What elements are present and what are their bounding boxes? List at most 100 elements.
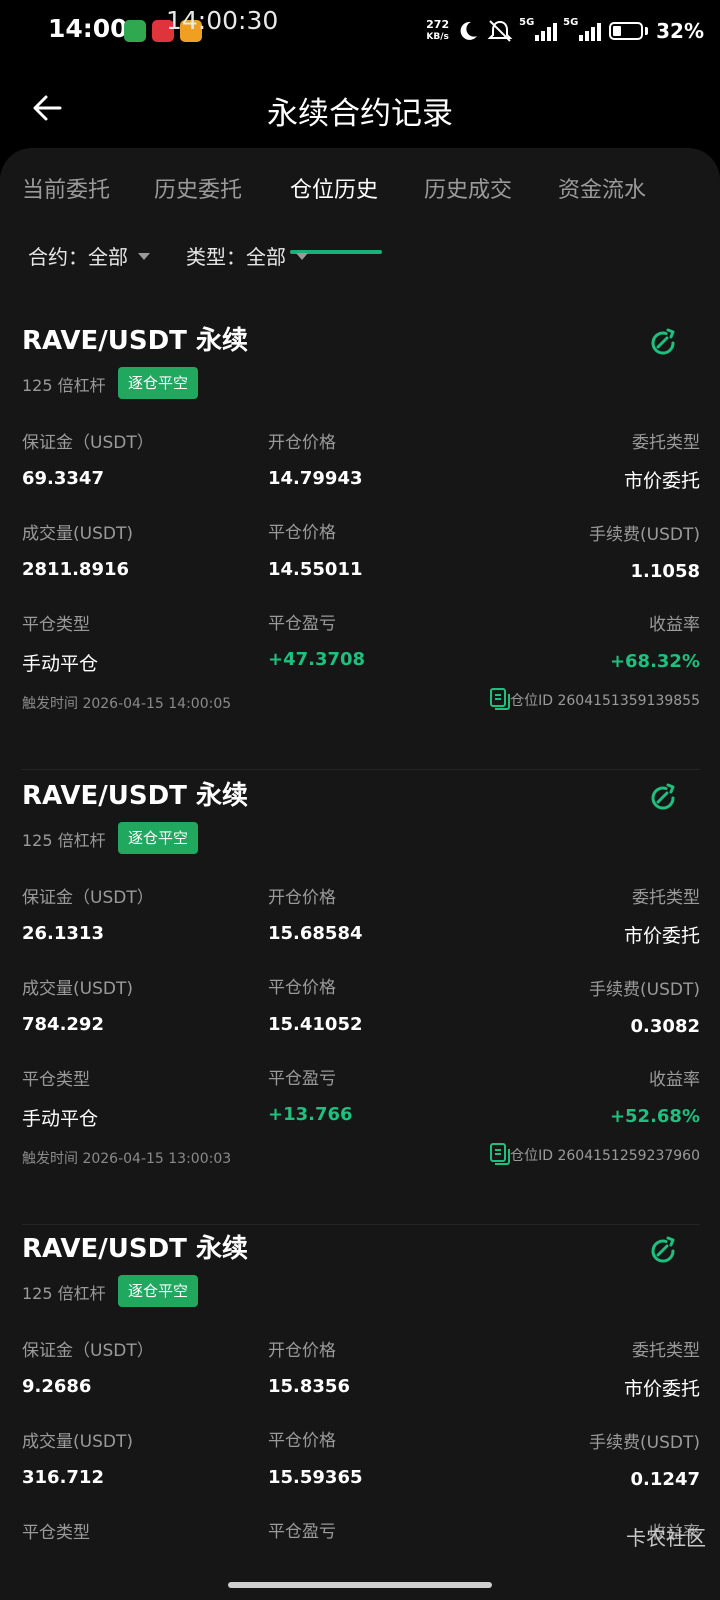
order-type-label: 委托类型	[632, 433, 700, 453]
position-card: RAVE/USDT 永续 125 倍杠杆 逐仓平空 保证金（USDT） 开仓价格…	[22, 775, 700, 1225]
tab-fund-flow[interactable]: 资金流水	[558, 172, 646, 204]
status-time: 14:00	[48, 14, 128, 43]
yield-label: 收益率	[649, 1070, 700, 1090]
pnl-value: +47.3708	[268, 649, 366, 670]
order-type-value: 市价委托	[623, 470, 700, 492]
margin-mode-badge: 逐仓平空	[118, 367, 199, 399]
yield-value: +68.32%	[609, 651, 700, 672]
app-header: 永续合约记录	[0, 70, 720, 146]
type-filter-label: 类型：全部	[186, 244, 286, 269]
page-title: 永续合约记录	[267, 96, 453, 132]
volume-label: 成交量(USDT)	[22, 1432, 133, 1452]
fee-value: 0.3082	[630, 1016, 700, 1037]
open-price-label: 开仓价格	[268, 433, 336, 453]
card-divider	[22, 769, 700, 770]
close-type-label: 平仓类型	[22, 1523, 90, 1543]
fee-label: 手续费(USDT)	[589, 980, 700, 1000]
fee-value: 1.1058	[630, 561, 700, 582]
tab-order-history[interactable]: 历史委托	[154, 172, 242, 204]
signal-1-icon: 5G	[519, 17, 558, 41]
moon-icon	[460, 21, 478, 40]
network-speed-value: 272	[426, 18, 450, 31]
fee-value: 0.1247	[630, 1469, 700, 1490]
position-id: 仓位ID 2604151359139855	[510, 693, 700, 709]
close-price-value: 15.41052	[268, 1014, 363, 1035]
margin-label: 保证金（USDT）	[22, 888, 154, 908]
close-price-label: 平仓价格	[268, 1431, 336, 1451]
order-type-label: 委托类型	[632, 1341, 700, 1361]
status-bar: 14:00 14:00:30 272 KB/s 5G 5G 32%	[0, 0, 720, 64]
pnl-value: +13.766	[268, 1104, 353, 1125]
fee-label: 手续费(USDT)	[589, 525, 700, 545]
tab-current-orders[interactable]: 当前委托	[22, 172, 110, 204]
open-price-label: 开仓价格	[268, 1341, 336, 1361]
leverage: 125 倍杠杆	[22, 376, 106, 395]
close-price-value: 14.55011	[268, 559, 363, 580]
volume-value: 2811.8916	[22, 559, 130, 580]
position-card: RAVE/USDT 永续 125 倍杠杆 逐仓平空 保证金（USDT） 开仓价格…	[22, 320, 700, 770]
yield-label: 收益率	[649, 615, 700, 635]
close-type-value: 手动平仓	[22, 653, 99, 675]
pnl-label: 平仓盈亏	[268, 1069, 336, 1089]
close-price-label: 平仓价格	[268, 978, 336, 998]
volume-value: 316.712	[22, 1467, 104, 1488]
pnl-label: 平仓盈亏	[268, 614, 336, 634]
tab-bar: 当前委托 历史委托 仓位历史 历史成交 资金流水	[0, 172, 720, 254]
margin-value: 26.1313	[22, 923, 104, 944]
order-type-value: 市价委托	[623, 925, 700, 947]
share-icon[interactable]	[646, 781, 680, 815]
type-filter[interactable]: 类型：全部	[186, 240, 308, 270]
floating-clock: 14:00:30	[166, 6, 279, 35]
status-icons: 272 KB/s 5G 5G 32%	[426, 16, 704, 46]
card-title: RAVE/USDT 永续	[22, 326, 248, 356]
volume-value: 784.292	[22, 1014, 104, 1035]
leverage: 125 倍杠杆	[22, 1284, 106, 1303]
mute-bell-icon	[487, 20, 513, 42]
close-price-label: 平仓价格	[268, 523, 336, 543]
signal-2-icon: 5G	[563, 17, 602, 41]
card-title: RAVE/USDT 永续	[22, 1234, 248, 1264]
trigger-time: 触发时间 2026-04-15 14:00:05	[22, 696, 232, 712]
margin-label: 保证金（USDT）	[22, 1341, 154, 1361]
card-divider	[22, 1224, 700, 1225]
margin-mode-badge: 逐仓平空	[118, 1275, 199, 1307]
share-icon[interactable]	[646, 1234, 680, 1268]
yield-value: +52.68%	[609, 1106, 700, 1127]
position-id: 仓位ID 2604151259237960	[510, 1148, 700, 1164]
tab-position-history[interactable]: 仓位历史	[290, 172, 378, 204]
copy-icon[interactable]	[488, 1142, 512, 1166]
leverage: 125 倍杠杆	[22, 831, 106, 850]
filter-bar: 合约：全部 类型：全部	[28, 240, 308, 270]
tab-trade-history[interactable]: 历史成交	[424, 172, 512, 204]
margin-label: 保证金（USDT）	[22, 433, 154, 453]
close-type-value: 手动平仓	[22, 1108, 99, 1130]
caret-down-icon	[296, 252, 308, 260]
pnl-label: 平仓盈亏	[268, 1522, 336, 1542]
margin-value: 9.2686	[22, 1376, 92, 1397]
contract-filter-label: 合约：全部	[28, 244, 128, 269]
battery-icon	[609, 22, 644, 40]
contract-filter[interactable]: 合约：全部	[28, 240, 150, 270]
margin-mode-badge: 逐仓平空	[118, 822, 199, 854]
home-indicator[interactable]	[228, 1582, 492, 1588]
card-title: RAVE/USDT 永续	[22, 781, 248, 811]
position-card: RAVE/USDT 永续 125 倍杠杆 逐仓平空 保证金（USDT） 开仓价格…	[22, 1228, 700, 1600]
share-icon[interactable]	[646, 326, 680, 360]
copy-icon[interactable]	[488, 687, 512, 711]
caret-down-icon	[138, 252, 150, 260]
fee-label: 手续费(USDT)	[589, 1433, 700, 1453]
signal-1-label: 5G	[519, 17, 535, 28]
open-price-value: 15.8356	[268, 1376, 350, 1397]
close-price-value: 15.59365	[268, 1467, 363, 1488]
battery-percent: 32%	[656, 19, 704, 43]
close-type-label: 平仓类型	[22, 615, 90, 635]
order-type-value: 市价委托	[623, 1378, 700, 1400]
margin-value: 69.3347	[22, 468, 104, 489]
volume-label: 成交量(USDT)	[22, 524, 133, 544]
post-app-icon	[124, 20, 146, 42]
open-price-label: 开仓价格	[268, 888, 336, 908]
volume-label: 成交量(USDT)	[22, 979, 133, 999]
network-speed-unit: KB/s	[426, 32, 449, 42]
open-price-value: 15.68584	[268, 923, 363, 944]
order-type-label: 委托类型	[632, 888, 700, 908]
